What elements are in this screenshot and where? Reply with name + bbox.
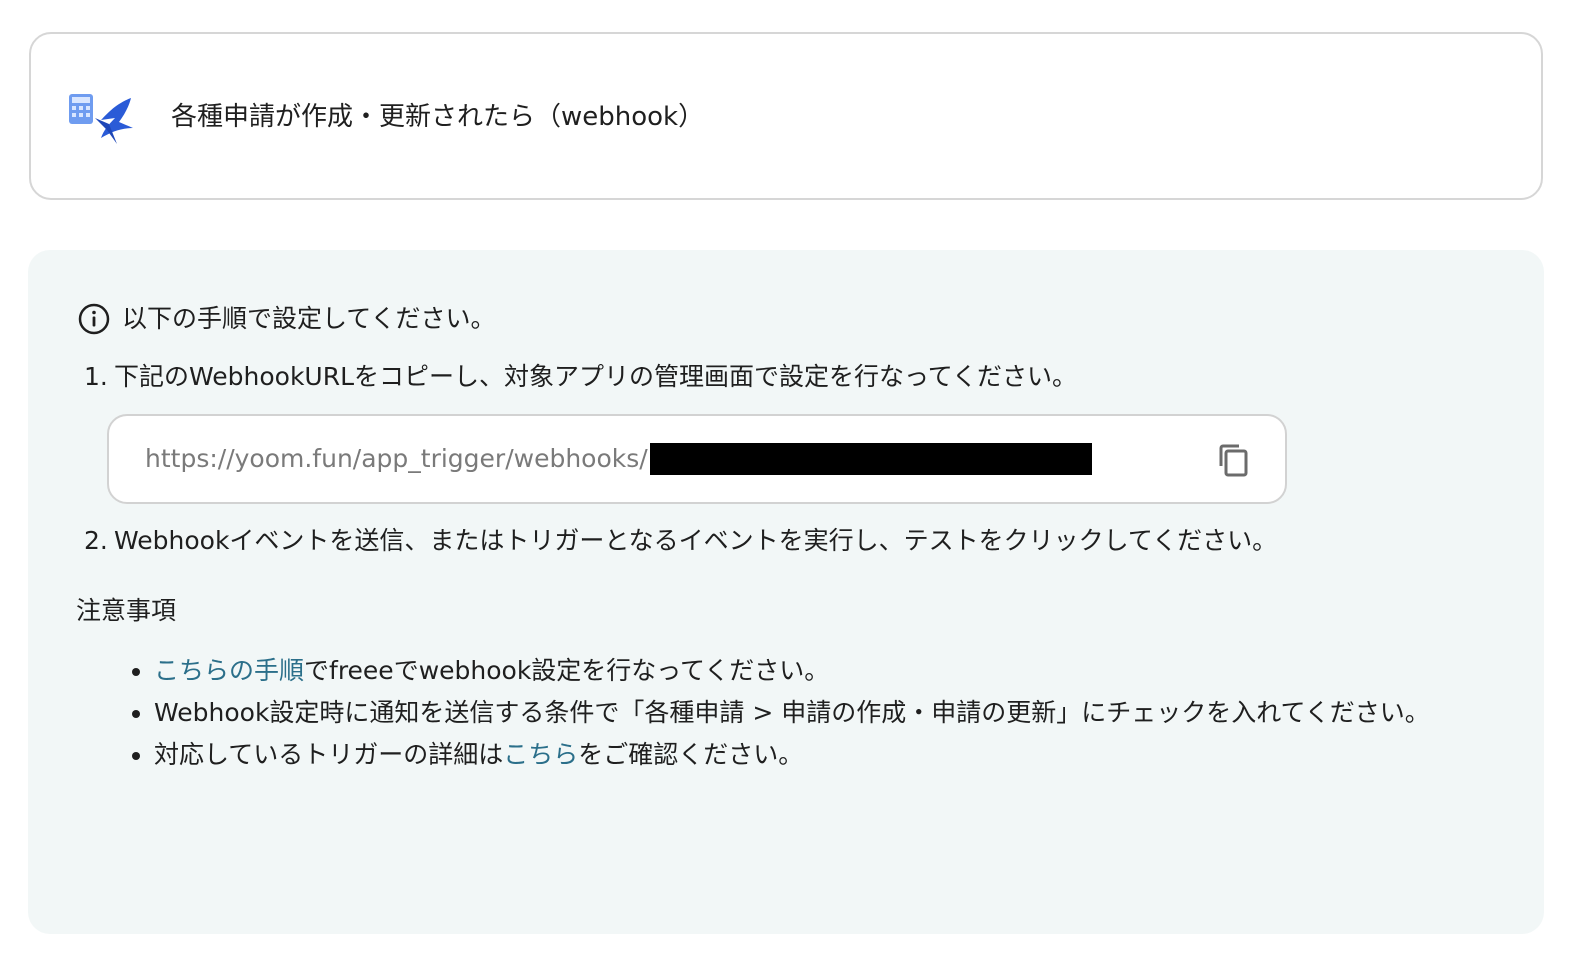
note-text: をご確認ください。 xyxy=(578,740,804,769)
notes-heading: 注意事項 xyxy=(76,596,177,625)
instructions-heading: 以下の手順で設定してください。 xyxy=(122,304,496,333)
step-1: 1. 下記のWebhookURLをコピーし、対象アプリの管理画面で設定を行なってく… xyxy=(84,360,1077,394)
list-item: こちらの手順でfreeeでwebhook設定を行なってください。 xyxy=(154,650,1494,692)
trigger-card[interactable]: 各種申請が作成・更新されたら（webhook） xyxy=(29,32,1543,200)
copy-icon[interactable] xyxy=(1213,440,1253,480)
trigger-title: 各種申請が作成・更新されたら（webhook） xyxy=(171,102,705,132)
webhook-url-value[interactable]: https://yoom.fun/app_trigger/webhooks/ xyxy=(145,440,1092,478)
info-icon xyxy=(78,303,110,335)
note-text: でfreeeでwebhook設定を行なってください。 xyxy=(304,656,830,685)
list-item: 対応しているトリガーの詳細はこちらをご確認ください。 xyxy=(154,734,1494,776)
notes-list: こちらの手順でfreeeでwebhook設定を行なってください。 Webhook… xyxy=(124,650,1494,776)
list-item: Webhook設定時に通知を送信する条件で「各種申請 > 申請の作成・申請の更新… xyxy=(154,692,1494,734)
webhook-url-text: https://yoom.fun/app_trigger/webhooks/ xyxy=(145,444,648,473)
step-text: Webhookイベントを送信、またはトリガーとなるイベントを実行し、テストをクリ… xyxy=(114,526,1278,555)
redacted-token xyxy=(649,443,1092,475)
step-2: 2. Webhookイベントを送信、またはトリガーとなるイベントを実行し、テストを… xyxy=(84,524,1277,558)
procedure-link[interactable]: こちらの手順 xyxy=(154,656,304,685)
step-number: 2. xyxy=(84,526,108,555)
step-number: 1. xyxy=(84,362,108,391)
instructions-header: 以下の手順で設定してください。 xyxy=(78,302,496,336)
step-text: 下記のWebhookURLをコピーし、対象アプリの管理画面で設定を行なってくださ… xyxy=(114,362,1078,391)
note-text: 対応しているトリガーの詳細は xyxy=(154,740,504,769)
freee-calculator-bird-icon xyxy=(67,88,139,148)
note-text: Webhook設定時に通知を送信する条件で「各種申請 > 申請の作成・申請の更新… xyxy=(154,698,1430,727)
webhook-url-field[interactable]: https://yoom.fun/app_trigger/webhooks/ xyxy=(107,414,1287,504)
trigger-details-link[interactable]: こちら xyxy=(503,740,578,769)
instructions-panel: 以下の手順で設定してください。 1. 下記のWebhookURLをコピーし、対象ア… xyxy=(28,250,1544,934)
